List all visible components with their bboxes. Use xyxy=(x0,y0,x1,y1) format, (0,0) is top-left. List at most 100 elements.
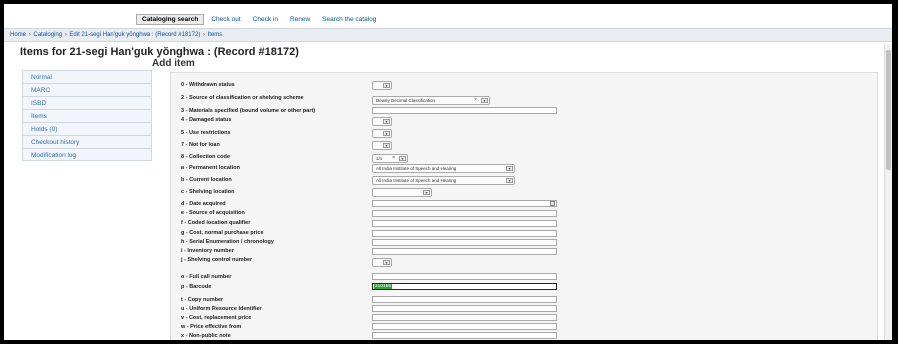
page-scrollbar[interactable] xyxy=(884,44,892,340)
record-sidemenu: Normal MARC ISBD Items Holds (0) Checkou… xyxy=(22,70,152,161)
sidemenu-item-holds[interactable]: Holds (0) xyxy=(22,122,152,135)
clear-icon[interactable]: × xyxy=(392,155,395,161)
serial-enumeration-label: h - Serial Enumeration / chronology xyxy=(181,239,274,245)
tab-search-catalog[interactable]: Search the catalog xyxy=(317,14,381,25)
sidemenu-item-normal[interactable]: Normal xyxy=(22,70,152,83)
chevron-down-icon: ▾ xyxy=(506,178,513,183)
breadcrumb-separator: › xyxy=(28,32,31,38)
breadcrumb-home[interactable]: Home xyxy=(10,32,26,38)
chevron-down-icon: ▾ xyxy=(383,119,390,124)
scrollbar-thumb[interactable] xyxy=(886,50,891,170)
collection-code-select[interactable]: 1/1 × ▾ xyxy=(372,154,408,163)
source-classification-value: Dewey Decimal Classification xyxy=(376,98,436,103)
tab-renew[interactable]: Renew xyxy=(285,14,315,25)
uri-input[interactable] xyxy=(372,305,557,312)
form-row-use-restrictions: 5 - Use restrictions ▾ xyxy=(181,129,877,139)
source-classification-label: 2 - Source of classification or shelving… xyxy=(181,95,304,101)
form-row-shelving-location: c - Shelving location ▾ xyxy=(181,188,877,198)
breadcrumb-items: Items xyxy=(207,32,223,38)
permanent-location-label: a - Permanent location xyxy=(181,165,240,171)
barcode-label: p - Barcode xyxy=(181,284,212,290)
current-location-select[interactable]: All India Institute of Speech and Hearin… xyxy=(372,176,515,185)
add-item-heading: Add item xyxy=(152,58,195,69)
form-row-damaged: 4 - Damaged status ▾ xyxy=(181,116,877,126)
materials-specified-input[interactable] xyxy=(372,107,557,114)
breadcrumb-edit-record[interactable]: Edit 21-segi Han'guk yŏnghwa : (Record #… xyxy=(69,32,200,38)
not-for-loan-select[interactable]: ▾ xyxy=(372,141,392,150)
cost-normal-input[interactable] xyxy=(372,230,557,237)
source-classification-select[interactable]: Dewey Decimal Classification × ▾ xyxy=(372,96,490,105)
collection-code-value: 1/1 xyxy=(376,156,383,161)
current-location-label: b - Current location xyxy=(181,177,232,183)
form-row-collection-code: 8 - Collection code 1/1 × ▾ xyxy=(181,153,877,163)
tab-check-in[interactable]: Check in xyxy=(248,14,283,25)
form-row-full-call-number: o - Full call number xyxy=(181,273,877,283)
inventory-number-input[interactable] xyxy=(372,248,557,255)
uri-label: u - Uniform Resource Identifier xyxy=(181,306,262,312)
collection-code-label: 8 - Collection code xyxy=(181,154,230,160)
barcode-input[interactable]: 210156 xyxy=(372,283,557,290)
non-public-note-label: x - Non-public note xyxy=(181,333,231,339)
clear-icon[interactable]: × xyxy=(474,97,477,103)
full-call-number-input[interactable] xyxy=(372,273,557,280)
damaged-select[interactable]: ▾ xyxy=(372,117,392,126)
chevron-down-icon: ▾ xyxy=(481,98,488,103)
permanent-location-select[interactable]: All India Institute of Speech and Hearin… xyxy=(372,164,515,173)
damaged-label: 4 - Damaged status xyxy=(181,117,232,123)
source-acquisition-input[interactable] xyxy=(372,210,557,217)
cost-replacement-input[interactable] xyxy=(372,314,557,321)
copy-number-label: t - Copy number xyxy=(181,297,224,303)
breadcrumb-separator: › xyxy=(64,32,67,38)
chevron-down-icon: ▾ xyxy=(399,156,406,161)
not-for-loan-label: 7 - Not for loan xyxy=(181,142,220,148)
form-row-withdrawn: 0 - Withdrawn status ▾ xyxy=(181,81,877,91)
shelving-location-select[interactable]: ▾ xyxy=(372,188,432,197)
sidemenu-item-items[interactable]: Items xyxy=(22,109,152,122)
form-row-source-classification: 2 - Source of classification or shelving… xyxy=(181,94,877,105)
form-row-source-acquisition: e - Source of acquisition xyxy=(181,209,877,219)
chevron-down-icon: ▾ xyxy=(506,166,513,171)
full-call-number-label: o - Full call number xyxy=(181,274,232,280)
cost-replacement-label: v - Cost, replacement price xyxy=(181,315,252,321)
non-public-note-input[interactable] xyxy=(372,332,557,339)
date-acquired-input[interactable] xyxy=(372,200,557,207)
coded-location-input[interactable] xyxy=(372,220,557,227)
price-effective-input[interactable] xyxy=(372,323,557,330)
form-row-permanent-location: a - Permanent location All India Institu… xyxy=(181,164,877,174)
source-acquisition-label: e - Source of acquisition xyxy=(181,210,245,216)
chevron-down-icon: ▾ xyxy=(383,143,390,148)
form-row-current-location: b - Current location All India Institute… xyxy=(181,176,877,186)
shelving-control-label: j - Shelving control number xyxy=(181,257,253,263)
shelving-control-select[interactable]: ▾ xyxy=(372,258,392,267)
sidemenu-item-isbd[interactable]: ISBD xyxy=(22,96,152,109)
cost-normal-label: g - Cost, normal purchase price xyxy=(181,230,264,236)
form-row-shelving-control: j - Shelving control number ▾ xyxy=(181,256,877,267)
form-row-not-for-loan: 7 - Not for loan ▾ xyxy=(181,141,877,151)
shelving-location-label: c - Shelving location xyxy=(181,189,235,195)
add-item-form: 0 - Withdrawn status ▾ 2 - Source of cla… xyxy=(170,72,878,340)
chevron-down-icon: ▾ xyxy=(383,131,390,136)
sidemenu-item-modification-log[interactable]: Modification log xyxy=(22,148,152,161)
copy-number-input[interactable] xyxy=(372,296,557,303)
withdrawn-select[interactable]: ▾ xyxy=(372,81,392,90)
inventory-number-label: i - Inventory number xyxy=(181,248,234,254)
breadcrumb: Home › Cataloging › Edit 21-segi Han'guk… xyxy=(4,28,892,42)
materials-specified-label: 3 - Materials specified (bound volume or… xyxy=(181,108,316,114)
sidemenu-item-marc[interactable]: MARC xyxy=(22,83,152,96)
use-restrictions-select[interactable]: ▾ xyxy=(372,129,392,138)
top-navigation: Cataloging search Check out Check in Ren… xyxy=(4,9,892,27)
coded-location-label: f - Coded location qualifier xyxy=(181,220,251,226)
tab-check-out[interactable]: Check out xyxy=(206,14,245,25)
price-effective-label: w - Price effective from xyxy=(181,324,242,330)
breadcrumb-cataloging[interactable]: Cataloging xyxy=(33,32,62,38)
tab-cataloging-search[interactable]: Cataloging search xyxy=(136,13,205,25)
browser-viewport: Cataloging search Check out Check in Ren… xyxy=(4,4,892,340)
permanent-location-value: All India Institute of Speech and Hearin… xyxy=(376,166,457,171)
serial-enumeration-input[interactable] xyxy=(372,239,557,246)
barcode-value: 210156 xyxy=(374,284,393,289)
calendar-icon[interactable] xyxy=(550,201,555,206)
chevron-down-icon: ▾ xyxy=(383,260,390,265)
date-acquired-label: d - Date acquired xyxy=(181,201,226,207)
sidemenu-item-checkout-history[interactable]: Checkout history xyxy=(22,135,152,148)
page-title: Items for 21-segi Han'guk yŏnghwa : (Rec… xyxy=(20,46,299,58)
